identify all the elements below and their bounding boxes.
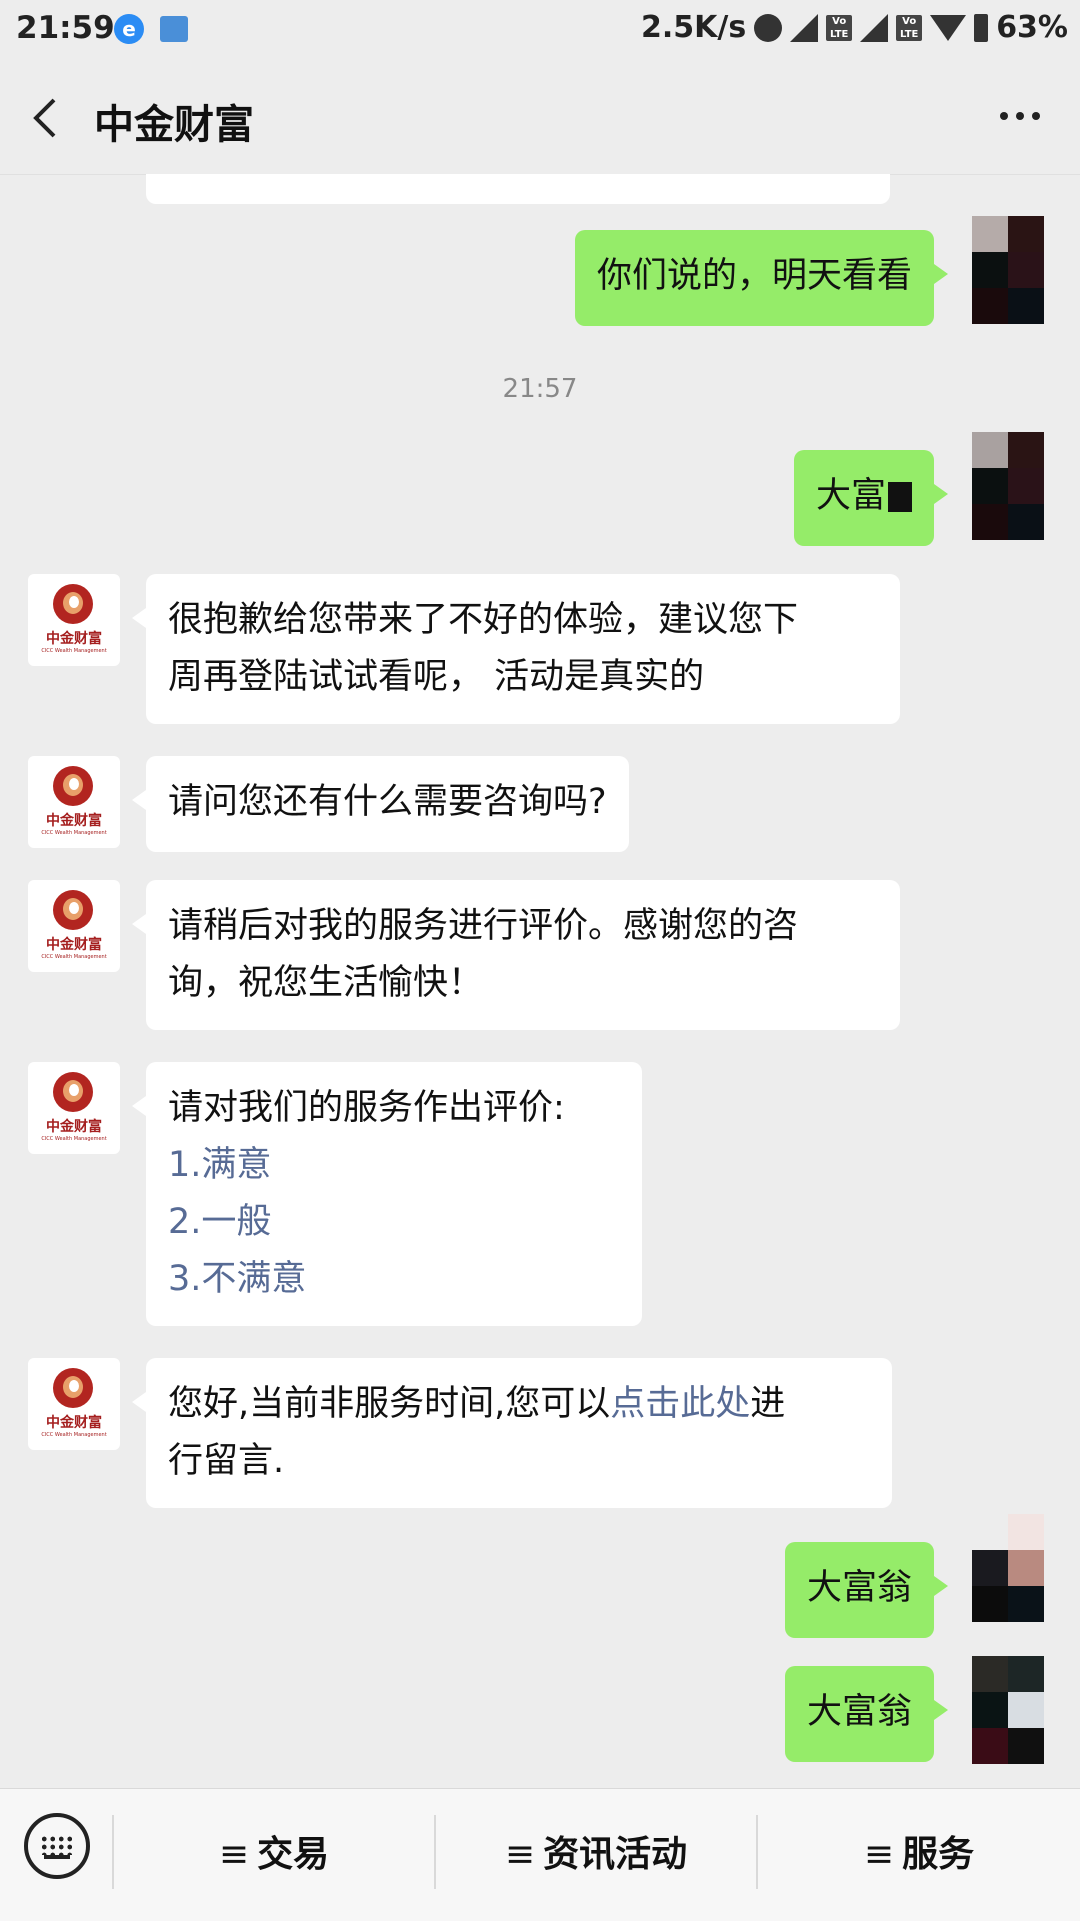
more-dots-icon[interactable] [996, 106, 1044, 126]
status-bar: 21:59 e 2.5K/s Vo LTE Vo LTE 63% [0, 0, 1080, 62]
chat-message-list[interactable]: 你们说的，明天看看 21:57 大富 中金财富 CICC Wealth Mana… [0, 174, 1080, 1788]
menu-item-services[interactable]: ≡ 服务 [758, 1825, 1080, 1877]
message-text: 大富翁 [806, 1692, 912, 1732]
rating-heading: 请对我们的服务作出评价: [168, 1088, 565, 1128]
message-line: 周再登陆试试看呢， 活动是真实的 [168, 657, 705, 697]
message-text: 您好,当前非服务时间,您可以 [168, 1384, 611, 1424]
chat-header: 中金财富 [0, 62, 1080, 175]
user-avatar[interactable] [972, 432, 1044, 540]
message-text: 进 [750, 1384, 786, 1424]
battery-percent: 63% [996, 10, 1068, 45]
message-timestamp: 21:57 [502, 374, 578, 404]
keyboard-icon[interactable] [24, 1813, 90, 1879]
leave-message-link[interactable]: 点击此处 [610, 1384, 750, 1424]
bot-avatar[interactable]: 中金财富 CICC Wealth Management [28, 574, 120, 666]
bot-message-bubble[interactable]: 您好,当前非服务时间,您可以点击此处进 行留言. [132, 1358, 892, 1508]
bot-avatar[interactable]: 中金财富 CICC Wealth Management [28, 1062, 120, 1154]
volte-icon: Vo LTE [896, 14, 923, 41]
bot-message-bubble[interactable]: 很抱歉给您带来了不好的体验，建议您下 周再登陆试试看呢， 活动是真实的 [132, 574, 900, 724]
message-text: 你们说的，明天看看 [596, 256, 912, 296]
network-speed: 2.5K/s [640, 10, 747, 45]
cicc-logo-icon [53, 1368, 93, 1408]
cicc-logo-icon [53, 890, 93, 930]
bot-message-bubble[interactable]: 请问您还有什么需要咨询吗? [132, 756, 629, 852]
text-cursor-block [888, 482, 912, 512]
user-message-bubble[interactable]: 大富 [793, 450, 949, 546]
rating-option-satisfied[interactable]: 1.满意 [168, 1137, 620, 1194]
message-text: 请问您还有什么需要咨询吗? [168, 782, 607, 822]
bot-avatar[interactable]: 中金财富 CICC Wealth Management [28, 880, 120, 972]
message-line: 请稍后对我的服务进行评价。感谢您的咨 [168, 906, 799, 946]
bot-avatar[interactable]: 中金财富 CICC Wealth Management [28, 756, 120, 848]
user-message-bubble[interactable]: 大富翁 [784, 1542, 949, 1638]
cicc-logo-icon [53, 584, 93, 624]
volte-icon: Vo LTE [826, 14, 853, 41]
user-avatar[interactable] [972, 1656, 1044, 1764]
bottom-menu-bar: ≡ 交易 ≡ 资讯活动 ≡ 服务 [0, 1788, 1080, 1921]
chart-app-icon [160, 16, 188, 42]
user-message-bubble[interactable]: 大富翁 [784, 1666, 949, 1762]
user-message-bubble[interactable]: 你们说的，明天看看 [574, 230, 949, 326]
user-avatar[interactable] [972, 216, 1044, 324]
bot-rating-bubble: 请对我们的服务作出评价: 1.满意 2.一般 3.不满意 [132, 1062, 642, 1326]
menu-icon: ≡ [504, 1834, 536, 1875]
status-indicators: 2.5K/s Vo LTE Vo LTE 63% [641, 10, 1068, 45]
user-avatar[interactable] [972, 1514, 1044, 1622]
cicc-logo-icon [53, 766, 93, 806]
message-line: 很抱歉给您带来了不好的体验，建议您下 [168, 600, 799, 640]
page-title: 中金财富 [94, 102, 254, 148]
message-text: 大富 [815, 476, 886, 516]
message-line: 询，祝您生活愉快！ [168, 963, 484, 1003]
menu-icon: ≡ [218, 1834, 250, 1875]
menu-icon: ≡ [863, 1834, 895, 1875]
message-bubble-partial [146, 174, 890, 204]
bot-message-bubble[interactable]: 请稍后对我的服务进行评价。感谢您的咨 询，祝您生活愉快！ [132, 880, 900, 1030]
cicc-logo-icon [53, 1072, 93, 1112]
menu-item-trade[interactable]: ≡ 交易 [114, 1825, 434, 1877]
rating-option-unsatisfied[interactable]: 3.不满意 [168, 1251, 620, 1308]
browser-app-icon: e [114, 14, 144, 44]
rating-option-average[interactable]: 2.一般 [168, 1194, 620, 1251]
message-text: 大富翁 [806, 1568, 912, 1608]
signal-icon [790, 13, 819, 42]
wifi-icon [930, 14, 967, 41]
alarm-icon [754, 13, 783, 42]
chevron-left-icon[interactable] [26, 96, 66, 140]
menu-item-news-activities[interactable]: ≡ 资讯活动 [436, 1825, 756, 1877]
signal-icon [860, 13, 889, 42]
bot-avatar[interactable]: 中金财富 CICC Wealth Management [28, 1358, 120, 1450]
battery-icon [974, 13, 989, 42]
message-line: 行留言. [168, 1441, 285, 1481]
status-time: 21:59 [16, 10, 115, 46]
